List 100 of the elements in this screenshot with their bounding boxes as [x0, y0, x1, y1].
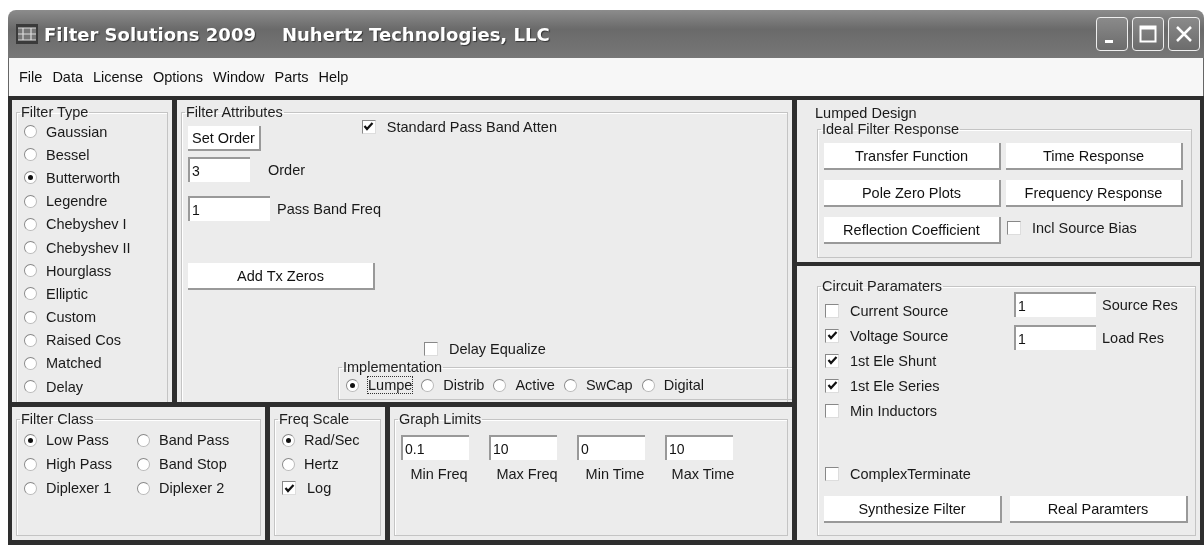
- resistance-field[interactable]: 1: [1014, 325, 1096, 350]
- filter-type-option[interactable]: Elliptic: [23, 282, 161, 306]
- filter-class-option[interactable]: Band Stop: [136, 452, 256, 476]
- checkbox[interactable]: [825, 328, 839, 343]
- source-bias-option[interactable]: Incl Source Bias: [1006, 217, 1183, 238]
- menu-item[interactable]: Options: [148, 69, 208, 85]
- radio-button[interactable]: [24, 217, 37, 231]
- filter-class-option[interactable]: Band Pass: [136, 428, 256, 452]
- radio-button[interactable]: [24, 287, 37, 301]
- checkbox[interactable]: [282, 481, 296, 495]
- checkbox[interactable]: [825, 403, 839, 418]
- response-button[interactable]: Frequency Response: [1006, 180, 1183, 207]
- implementation-option[interactable]: Lumpe: [345, 375, 413, 395]
- radio-button[interactable]: [24, 380, 37, 394]
- filter-type-option[interactable]: Hourglass: [23, 259, 161, 283]
- radio-button[interactable]: [493, 378, 507, 392]
- limit-field[interactable]: 0: [577, 435, 645, 460]
- implementation-option[interactable]: SwCap: [562, 375, 633, 395]
- radio-button[interactable]: [421, 378, 435, 392]
- implementation-option[interactable]: Distrib: [420, 375, 485, 395]
- menu-item[interactable]: Data: [47, 69, 88, 85]
- radio-button[interactable]: [24, 264, 37, 278]
- filter-type-option[interactable]: Delay: [23, 375, 161, 399]
- filter-type-option[interactable]: Legendre: [23, 189, 161, 213]
- radio-button[interactable]: [24, 333, 37, 347]
- filter-type-option[interactable]: Chebyshev II: [23, 235, 161, 260]
- freq-scale-option[interactable]: Hertz: [281, 452, 374, 476]
- filter-type-option[interactable]: Custom: [23, 305, 161, 329]
- set-order-button[interactable]: Set Order: [188, 126, 261, 151]
- checkbox[interactable]: [825, 466, 839, 481]
- order-field[interactable]: 3: [188, 157, 250, 182]
- response-button[interactable]: Reflection Coefficient: [824, 217, 1001, 244]
- circuit-option[interactable]: 1st Ele Series: [824, 373, 1014, 398]
- synthesis-button[interactable]: Synthesize Filter: [824, 496, 1002, 523]
- implementation-option[interactable]: Active: [492, 375, 555, 395]
- filter-type-option[interactable]: Chebyshev I: [23, 212, 161, 236]
- filter-class-option[interactable]: High Pass: [23, 452, 136, 476]
- radio-button[interactable]: [282, 457, 295, 471]
- filter-type-option[interactable]: Gaussian: [23, 120, 161, 144]
- filter-type-option[interactable]: Raised Cos: [23, 328, 161, 352]
- radio-button[interactable]: [24, 125, 37, 139]
- checkbox[interactable]: [361, 119, 376, 134]
- resistance-field[interactable]: 1: [1014, 292, 1096, 317]
- radio-button[interactable]: [24, 171, 37, 185]
- circuit-option[interactable]: Current Source: [824, 298, 1014, 323]
- filter-type-option[interactable]: Matched: [23, 351, 161, 376]
- radio-button[interactable]: [137, 481, 150, 495]
- radio-button[interactable]: [137, 433, 150, 447]
- circuit-option[interactable]: 1st Ele Shunt: [824, 348, 1014, 373]
- maximize-button[interactable]: [1132, 17, 1164, 51]
- implementation-option[interactable]: Digital: [640, 375, 704, 395]
- radio-button[interactable]: [24, 148, 37, 162]
- close-button[interactable]: [1168, 17, 1200, 51]
- add-tx-zeros-button[interactable]: Add Tx Zeros: [188, 263, 375, 290]
- pass-band-freq-field[interactable]: 1: [188, 196, 270, 221]
- panel-title: Lumped Design: [815, 106, 918, 121]
- checkbox[interactable]: [825, 378, 839, 393]
- menu-item[interactable]: Parts: [269, 69, 314, 85]
- radio-button[interactable]: [24, 481, 37, 495]
- filter-class-option[interactable]: Diplexer 2: [136, 476, 256, 500]
- radio-button[interactable]: [24, 310, 37, 324]
- menu-item[interactable]: File: [14, 69, 48, 85]
- menu-item[interactable]: Help: [313, 69, 354, 85]
- menu-item[interactable]: License: [88, 69, 148, 85]
- checkbox[interactable]: [424, 341, 438, 356]
- radio-button[interactable]: [24, 356, 37, 370]
- checkbox[interactable]: [825, 353, 839, 368]
- radio-button[interactable]: [346, 378, 359, 392]
- response-button[interactable]: Transfer Function: [824, 143, 1001, 170]
- filter-class-option[interactable]: Diplexer 1: [23, 476, 136, 500]
- radio-button[interactable]: [137, 457, 150, 471]
- response-button[interactable]: Time Response: [1006, 143, 1183, 170]
- filter-class-option[interactable]: Low Pass: [23, 428, 136, 452]
- checkbox[interactable]: [825, 303, 839, 318]
- checkbox[interactable]: [1007, 220, 1021, 235]
- delay-equalize-option[interactable]: Delay Equalize: [423, 338, 546, 359]
- circuit-option[interactable]: Voltage Source: [824, 323, 1014, 348]
- radio-button[interactable]: [641, 378, 655, 392]
- radio-button[interactable]: [24, 241, 37, 255]
- limit-field[interactable]: 10: [665, 435, 733, 460]
- minimize-button[interactable]: [1096, 17, 1128, 51]
- radio-button[interactable]: [24, 194, 37, 208]
- synthesis-button[interactable]: Real Paramters: [1010, 496, 1188, 523]
- window-subtitle: Nuhertz Technologies, LLC: [281, 23, 550, 45]
- radio-button[interactable]: [24, 457, 37, 471]
- limit-field[interactable]: 10: [489, 435, 557, 460]
- freq-scale-option[interactable]: Rad/Sec: [281, 428, 374, 452]
- radio-button[interactable]: [563, 378, 577, 392]
- radio-button[interactable]: [282, 433, 295, 447]
- filter-type-option[interactable]: Bessel: [23, 143, 161, 167]
- filter-type-option[interactable]: Butterworth: [23, 166, 161, 190]
- complex-terminate-option[interactable]: ComplexTerminate: [824, 463, 1189, 484]
- circuit-option[interactable]: Min Inductors: [824, 398, 1014, 423]
- menu-item[interactable]: Window: [208, 69, 270, 85]
- limit-field[interactable]: 0.1: [401, 435, 469, 460]
- atten-checkbox-option[interactable]: Standard Pass Band Atten: [360, 116, 557, 137]
- response-button[interactable]: Pole Zero Plots: [824, 180, 1001, 207]
- radio-button[interactable]: [24, 433, 37, 447]
- window-title: Filter Solutions 2009: [44, 23, 256, 45]
- log-option[interactable]: Log: [281, 476, 374, 500]
